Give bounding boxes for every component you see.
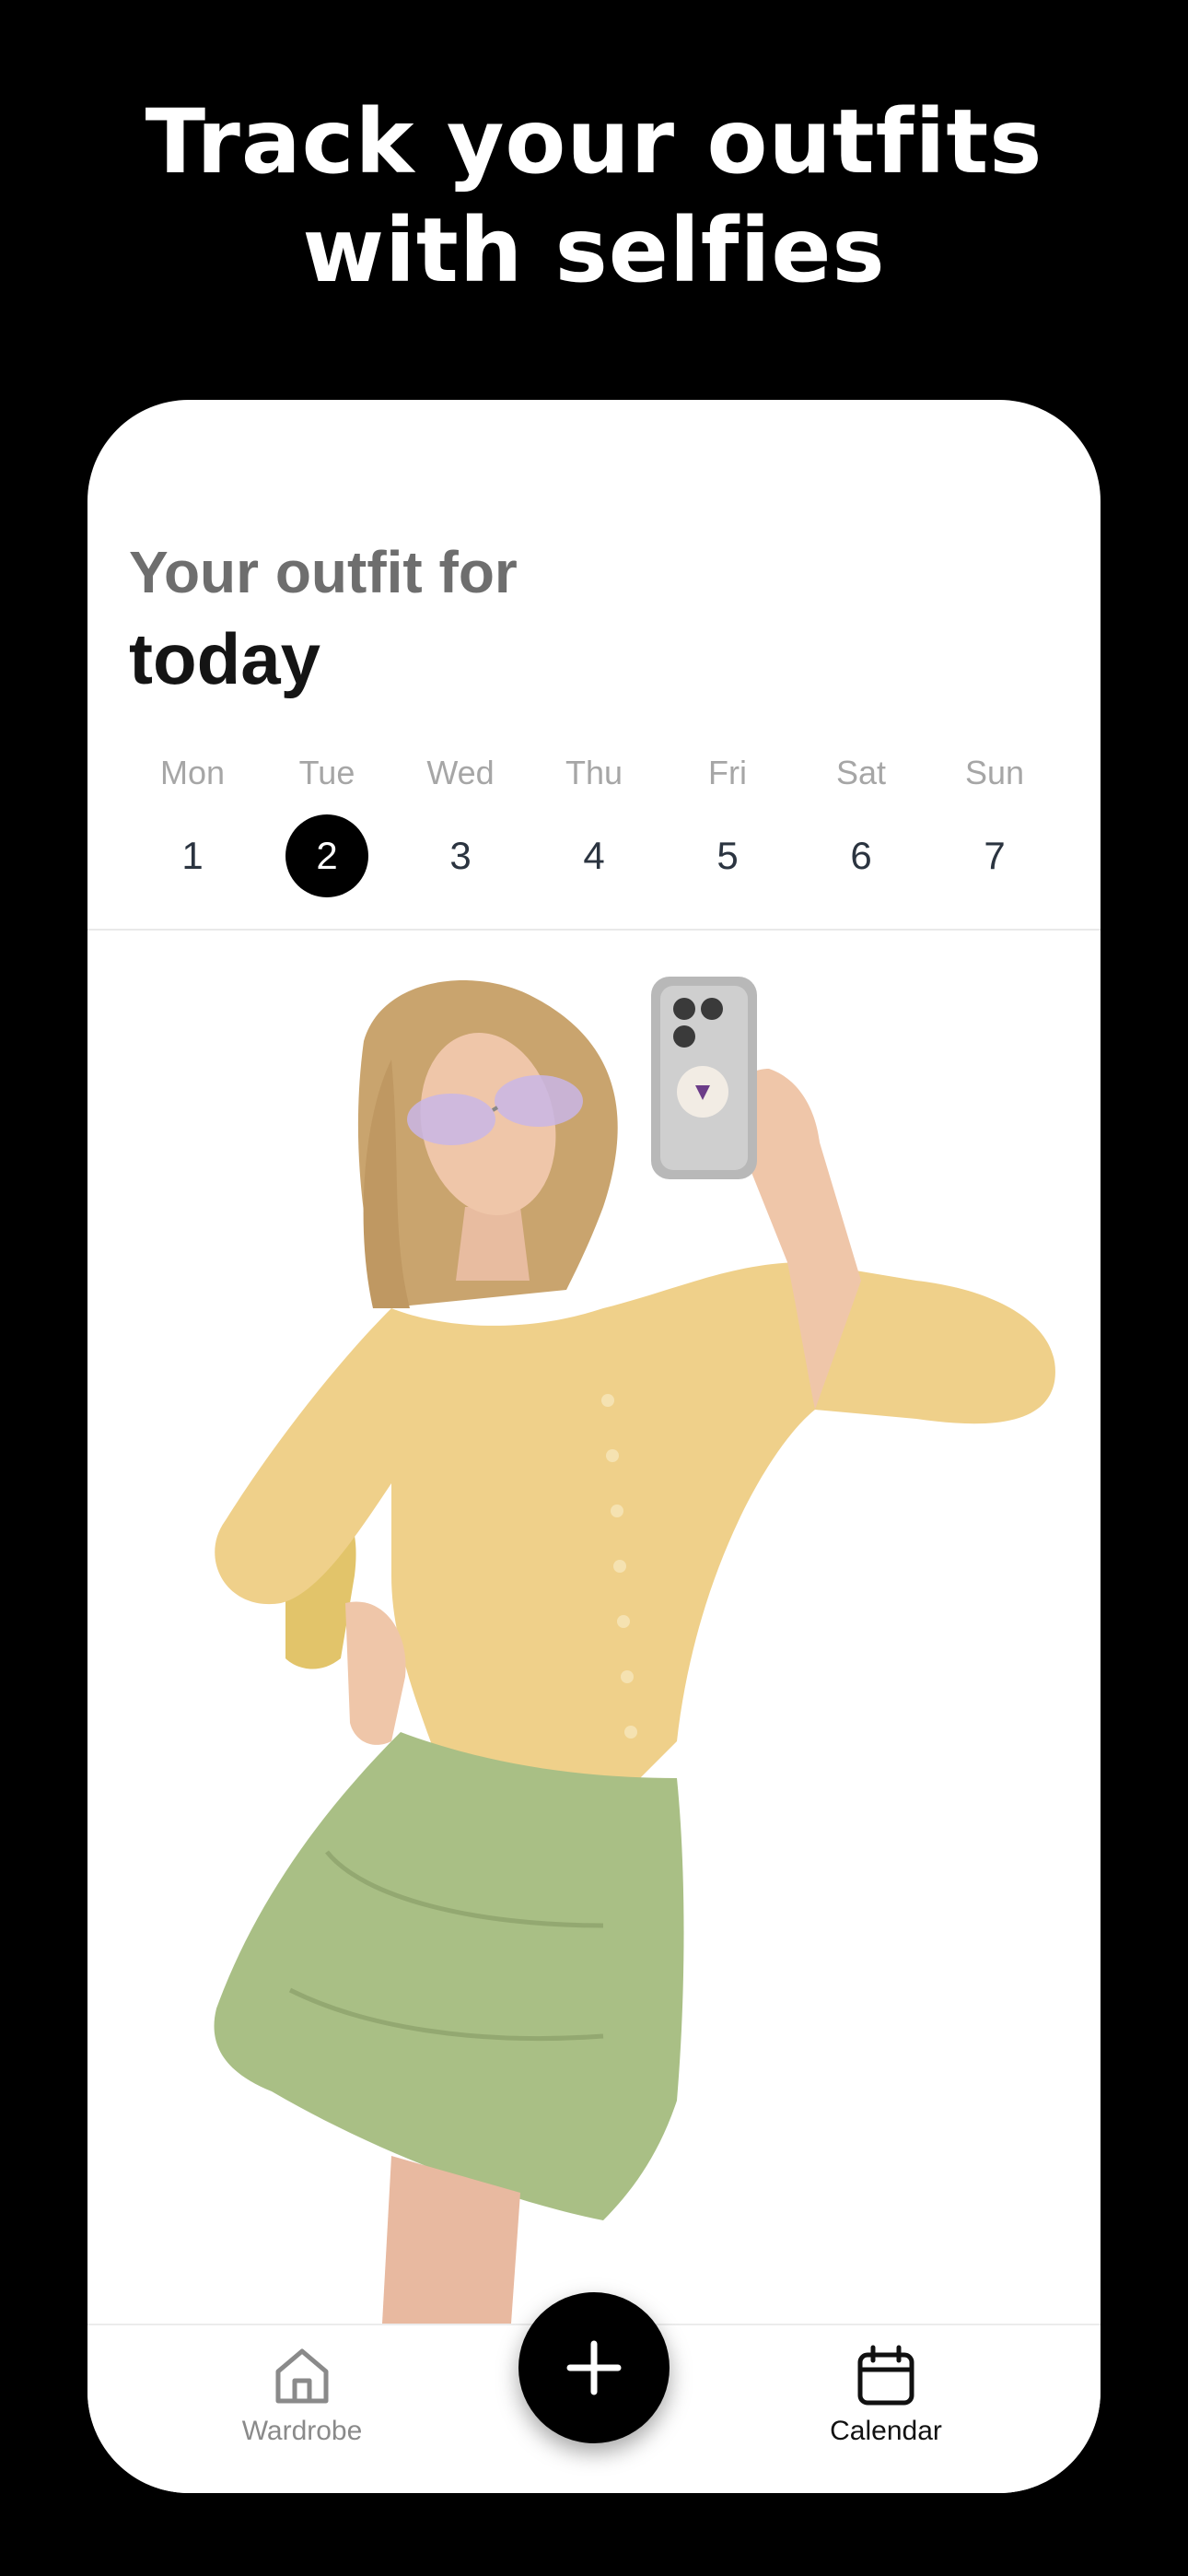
day-fri[interactable]: Fri 5 <box>658 750 797 897</box>
day-name: Sat <box>835 754 887 791</box>
nav-calendar[interactable]: Calendar <box>766 2342 1006 2447</box>
nav-wardrobe[interactable]: Wardrobe <box>182 2342 422 2447</box>
add-outfit-button[interactable] <box>518 2292 670 2443</box>
day-sun[interactable]: Sun 7 <box>926 750 1064 897</box>
outfit-selfie-photo[interactable] <box>87 931 1101 2324</box>
day-name: Tue <box>298 754 355 791</box>
plus-icon <box>566 2340 622 2395</box>
green-skirt <box>214 1732 684 2220</box>
page-title: today <box>129 618 321 699</box>
day-name: Fri <box>708 754 747 791</box>
day-name: Wed <box>426 754 495 791</box>
day-number: 5 <box>716 834 739 877</box>
day-name: Mon <box>159 754 226 791</box>
day-tue[interactable]: Tue 2 <box>258 750 396 897</box>
day-number: 6 <box>850 834 872 877</box>
day-name: Thu <box>565 754 623 791</box>
day-number: 7 <box>984 834 1006 877</box>
home-icon <box>275 2348 329 2404</box>
day-wed[interactable]: Wed 3 <box>391 750 530 897</box>
promo-headline-line-2: with selfies <box>302 199 886 302</box>
day-name: Sun <box>964 754 1025 791</box>
day-number: 4 <box>583 834 605 877</box>
week-strip: Mon 1 Tue 2 Wed 3 Thu 4 Fri 5 Sat 6 Sun … <box>106 750 1082 907</box>
nav-calendar-label: Calendar <box>830 2416 942 2446</box>
calendar-icon <box>857 2345 914 2406</box>
neck <box>456 1207 530 1281</box>
yellow-top <box>215 1262 1055 1806</box>
day-sat[interactable]: Sat 6 <box>792 750 930 897</box>
promo-headline: Track your outfits with selfies <box>0 88 1188 305</box>
day-number: 3 <box>449 834 472 877</box>
promo-headline-line-1: Track your outfits <box>145 90 1043 193</box>
phone-in-hand <box>651 977 757 1179</box>
day-number-selected: 2 <box>285 814 368 897</box>
page-subtitle: Your outfit for <box>129 539 518 605</box>
phone-screen: Your outfit for today Mon 1 Tue 2 Wed 3 … <box>87 400 1101 2493</box>
day-number: 1 <box>181 834 204 877</box>
nav-wardrobe-label: Wardrobe <box>241 2416 363 2446</box>
day-mon[interactable]: Mon 1 <box>123 750 262 897</box>
day-thu[interactable]: Thu 4 <box>525 750 663 897</box>
